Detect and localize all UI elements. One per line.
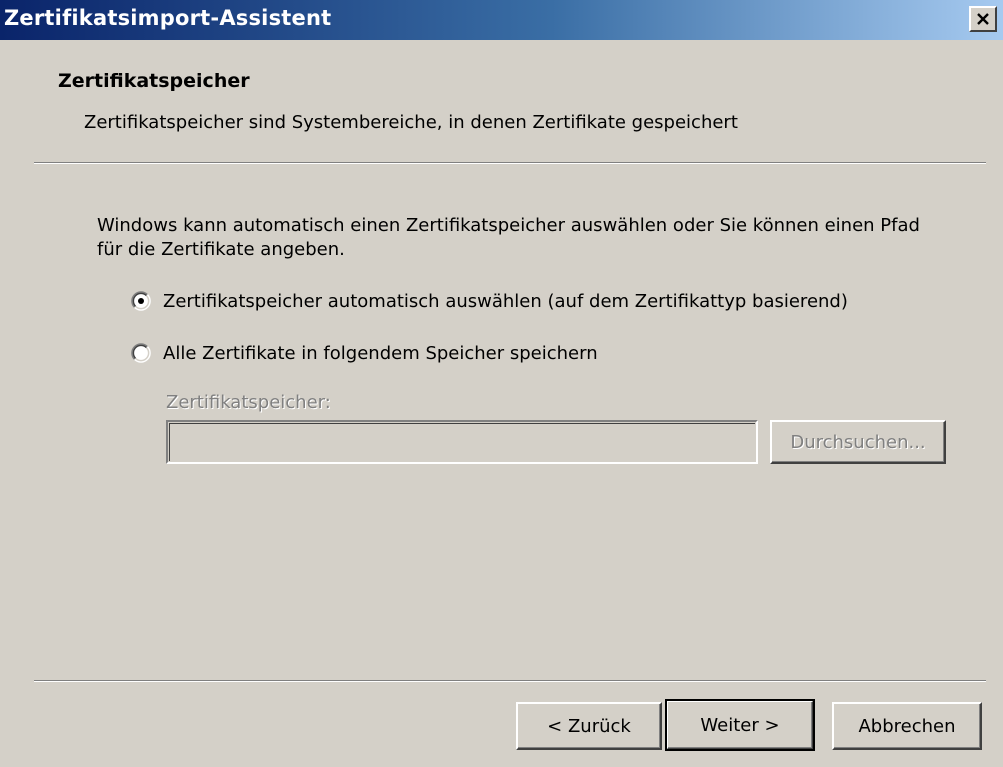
page-title: Zertifikatspeicher bbox=[58, 70, 250, 92]
wizard-window: Zertifikatsimport-Assistent Zertifikatsp… bbox=[0, 0, 1003, 767]
back-button[interactable]: < Zurück bbox=[516, 702, 662, 750]
page-subtitle: Zertifikatspeicher sind Systembereiche, … bbox=[84, 112, 738, 133]
radio-unselected-icon bbox=[131, 343, 151, 363]
next-button[interactable]: Weiter > bbox=[665, 699, 815, 751]
store-field-label: Zertifikatspeicher: bbox=[166, 392, 331, 413]
radio-auto-select-label: Zertifikatspeicher automatisch auswählen… bbox=[163, 290, 848, 312]
header-divider bbox=[34, 162, 986, 164]
description-text: Windows kann automatisch einen Zertifika… bbox=[97, 215, 920, 260]
cancel-button[interactable]: Abbrechen bbox=[832, 702, 982, 750]
back-button-label: < Zurück bbox=[547, 715, 631, 737]
cancel-button-label: Abbrechen bbox=[858, 715, 956, 737]
wizard-header: Zertifikatspeicher Zertifikatspeicher si… bbox=[0, 40, 1003, 162]
close-button[interactable] bbox=[969, 6, 997, 32]
browse-button[interactable]: Durchsuchen... bbox=[770, 420, 946, 464]
close-icon bbox=[976, 13, 990, 25]
browse-button-label: Durchsuchen... bbox=[790, 431, 926, 453]
footer-divider bbox=[34, 680, 986, 682]
radio-auto-select[interactable]: Zertifikatspeicher automatisch auswählen… bbox=[131, 287, 848, 315]
store-input-bevel bbox=[169, 423, 755, 461]
next-button-label: Weiter > bbox=[700, 714, 780, 736]
radio-specific-store[interactable]: Alle Zertifikate in folgendem Speicher s… bbox=[131, 339, 598, 367]
window-title: Zertifikatsimport-Assistent bbox=[4, 6, 332, 30]
title-bar[interactable]: Zertifikatsimport-Assistent bbox=[0, 0, 1003, 40]
radio-selected-icon bbox=[131, 291, 151, 311]
store-input[interactable] bbox=[166, 420, 758, 464]
radio-specific-store-label: Alle Zertifikate in folgendem Speicher s… bbox=[163, 342, 598, 364]
